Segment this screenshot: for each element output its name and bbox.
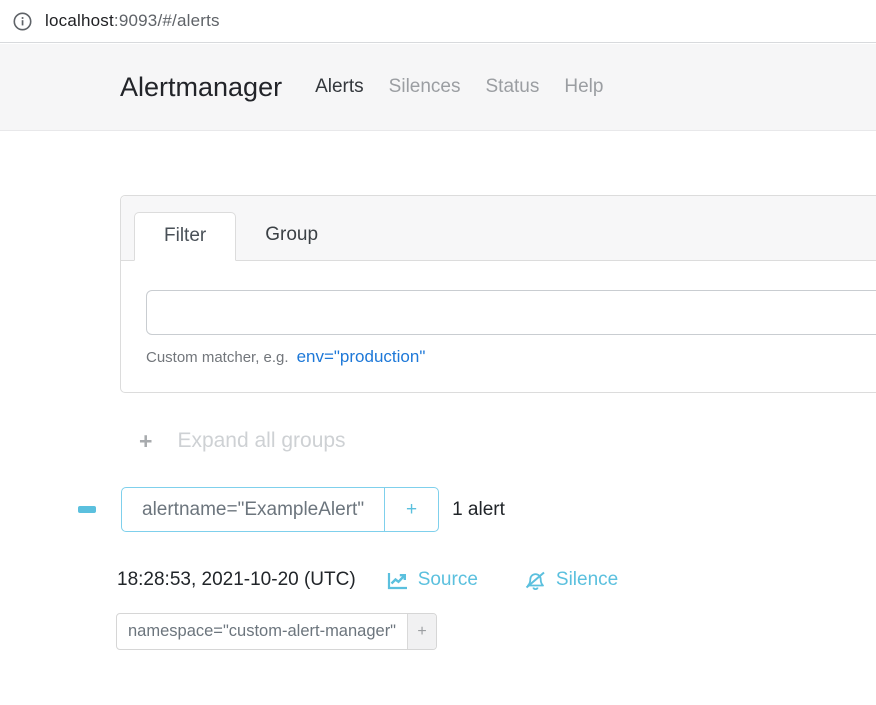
bell-slash-icon bbox=[524, 570, 547, 591]
nav-item-status[interactable]: Status bbox=[486, 76, 540, 98]
plus-icon: + bbox=[139, 430, 152, 453]
browser-url-bar[interactable]: localhost:9093/#/alerts bbox=[0, 0, 876, 43]
matcher-hint-text: Custom matcher, e.g. bbox=[146, 349, 289, 366]
filter-card-tabs: Filter Group bbox=[121, 196, 876, 261]
alert-timestamp: 18:28:53, 2021-10-20 (UTC) bbox=[117, 569, 356, 591]
matcher-filter-input[interactable] bbox=[146, 290, 876, 335]
nav-item-help[interactable]: Help bbox=[564, 76, 603, 98]
url-text[interactable]: localhost:9093/#/alerts bbox=[45, 11, 220, 31]
silence-link[interactable]: Silence bbox=[524, 569, 618, 591]
alert-label-chip: namespace="custom-alert-manager" + bbox=[116, 613, 437, 650]
url-host: localhost bbox=[45, 11, 114, 30]
add-label-filter-button[interactable]: + bbox=[407, 614, 436, 649]
source-link-label: Source bbox=[418, 569, 478, 591]
source-link[interactable]: Source bbox=[386, 569, 478, 591]
url-path: :9093/#/alerts bbox=[114, 11, 220, 30]
app-title: Alertmanager bbox=[120, 72, 282, 103]
app-header: Alertmanager Alerts Silences Status Help bbox=[0, 44, 876, 131]
collapse-group-button[interactable] bbox=[78, 506, 96, 513]
matcher-hint-example-link[interactable]: env="production" bbox=[297, 347, 426, 367]
alert-meta-row: 18:28:53, 2021-10-20 (UTC) Source Silenc… bbox=[117, 569, 618, 591]
chart-line-icon bbox=[386, 570, 409, 591]
info-icon[interactable] bbox=[13, 12, 32, 31]
group-matcher-chip: alertname="ExampleAlert" + bbox=[121, 487, 439, 532]
expand-all-groups-button[interactable]: + Expand all groups bbox=[139, 429, 346, 453]
expand-all-groups-label: Expand all groups bbox=[177, 429, 345, 453]
alert-count-label: 1 alert bbox=[452, 499, 505, 521]
filter-card-body: Custom matcher, e.g. env="production" bbox=[121, 261, 876, 392]
alert-group-row: alertname="ExampleAlert" + 1 alert bbox=[78, 487, 505, 532]
alert-labels-row: namespace="custom-alert-manager" + bbox=[116, 613, 437, 650]
alert-label-text: namespace="custom-alert-manager" bbox=[117, 614, 407, 649]
nav-item-silences[interactable]: Silences bbox=[389, 76, 461, 98]
silence-link-label: Silence bbox=[556, 569, 618, 591]
tab-group[interactable]: Group bbox=[236, 212, 347, 261]
nav-item-alerts[interactable]: Alerts bbox=[315, 76, 364, 98]
filter-card: Filter Group Custom matcher, e.g. env="p… bbox=[120, 195, 876, 393]
add-matcher-button[interactable]: + bbox=[384, 488, 438, 531]
tab-filter[interactable]: Filter bbox=[134, 212, 236, 261]
group-matcher-label: alertname="ExampleAlert" bbox=[122, 488, 384, 531]
main-nav: Alerts Silences Status Help bbox=[315, 76, 603, 98]
matcher-hint: Custom matcher, e.g. env="production" bbox=[146, 347, 876, 367]
